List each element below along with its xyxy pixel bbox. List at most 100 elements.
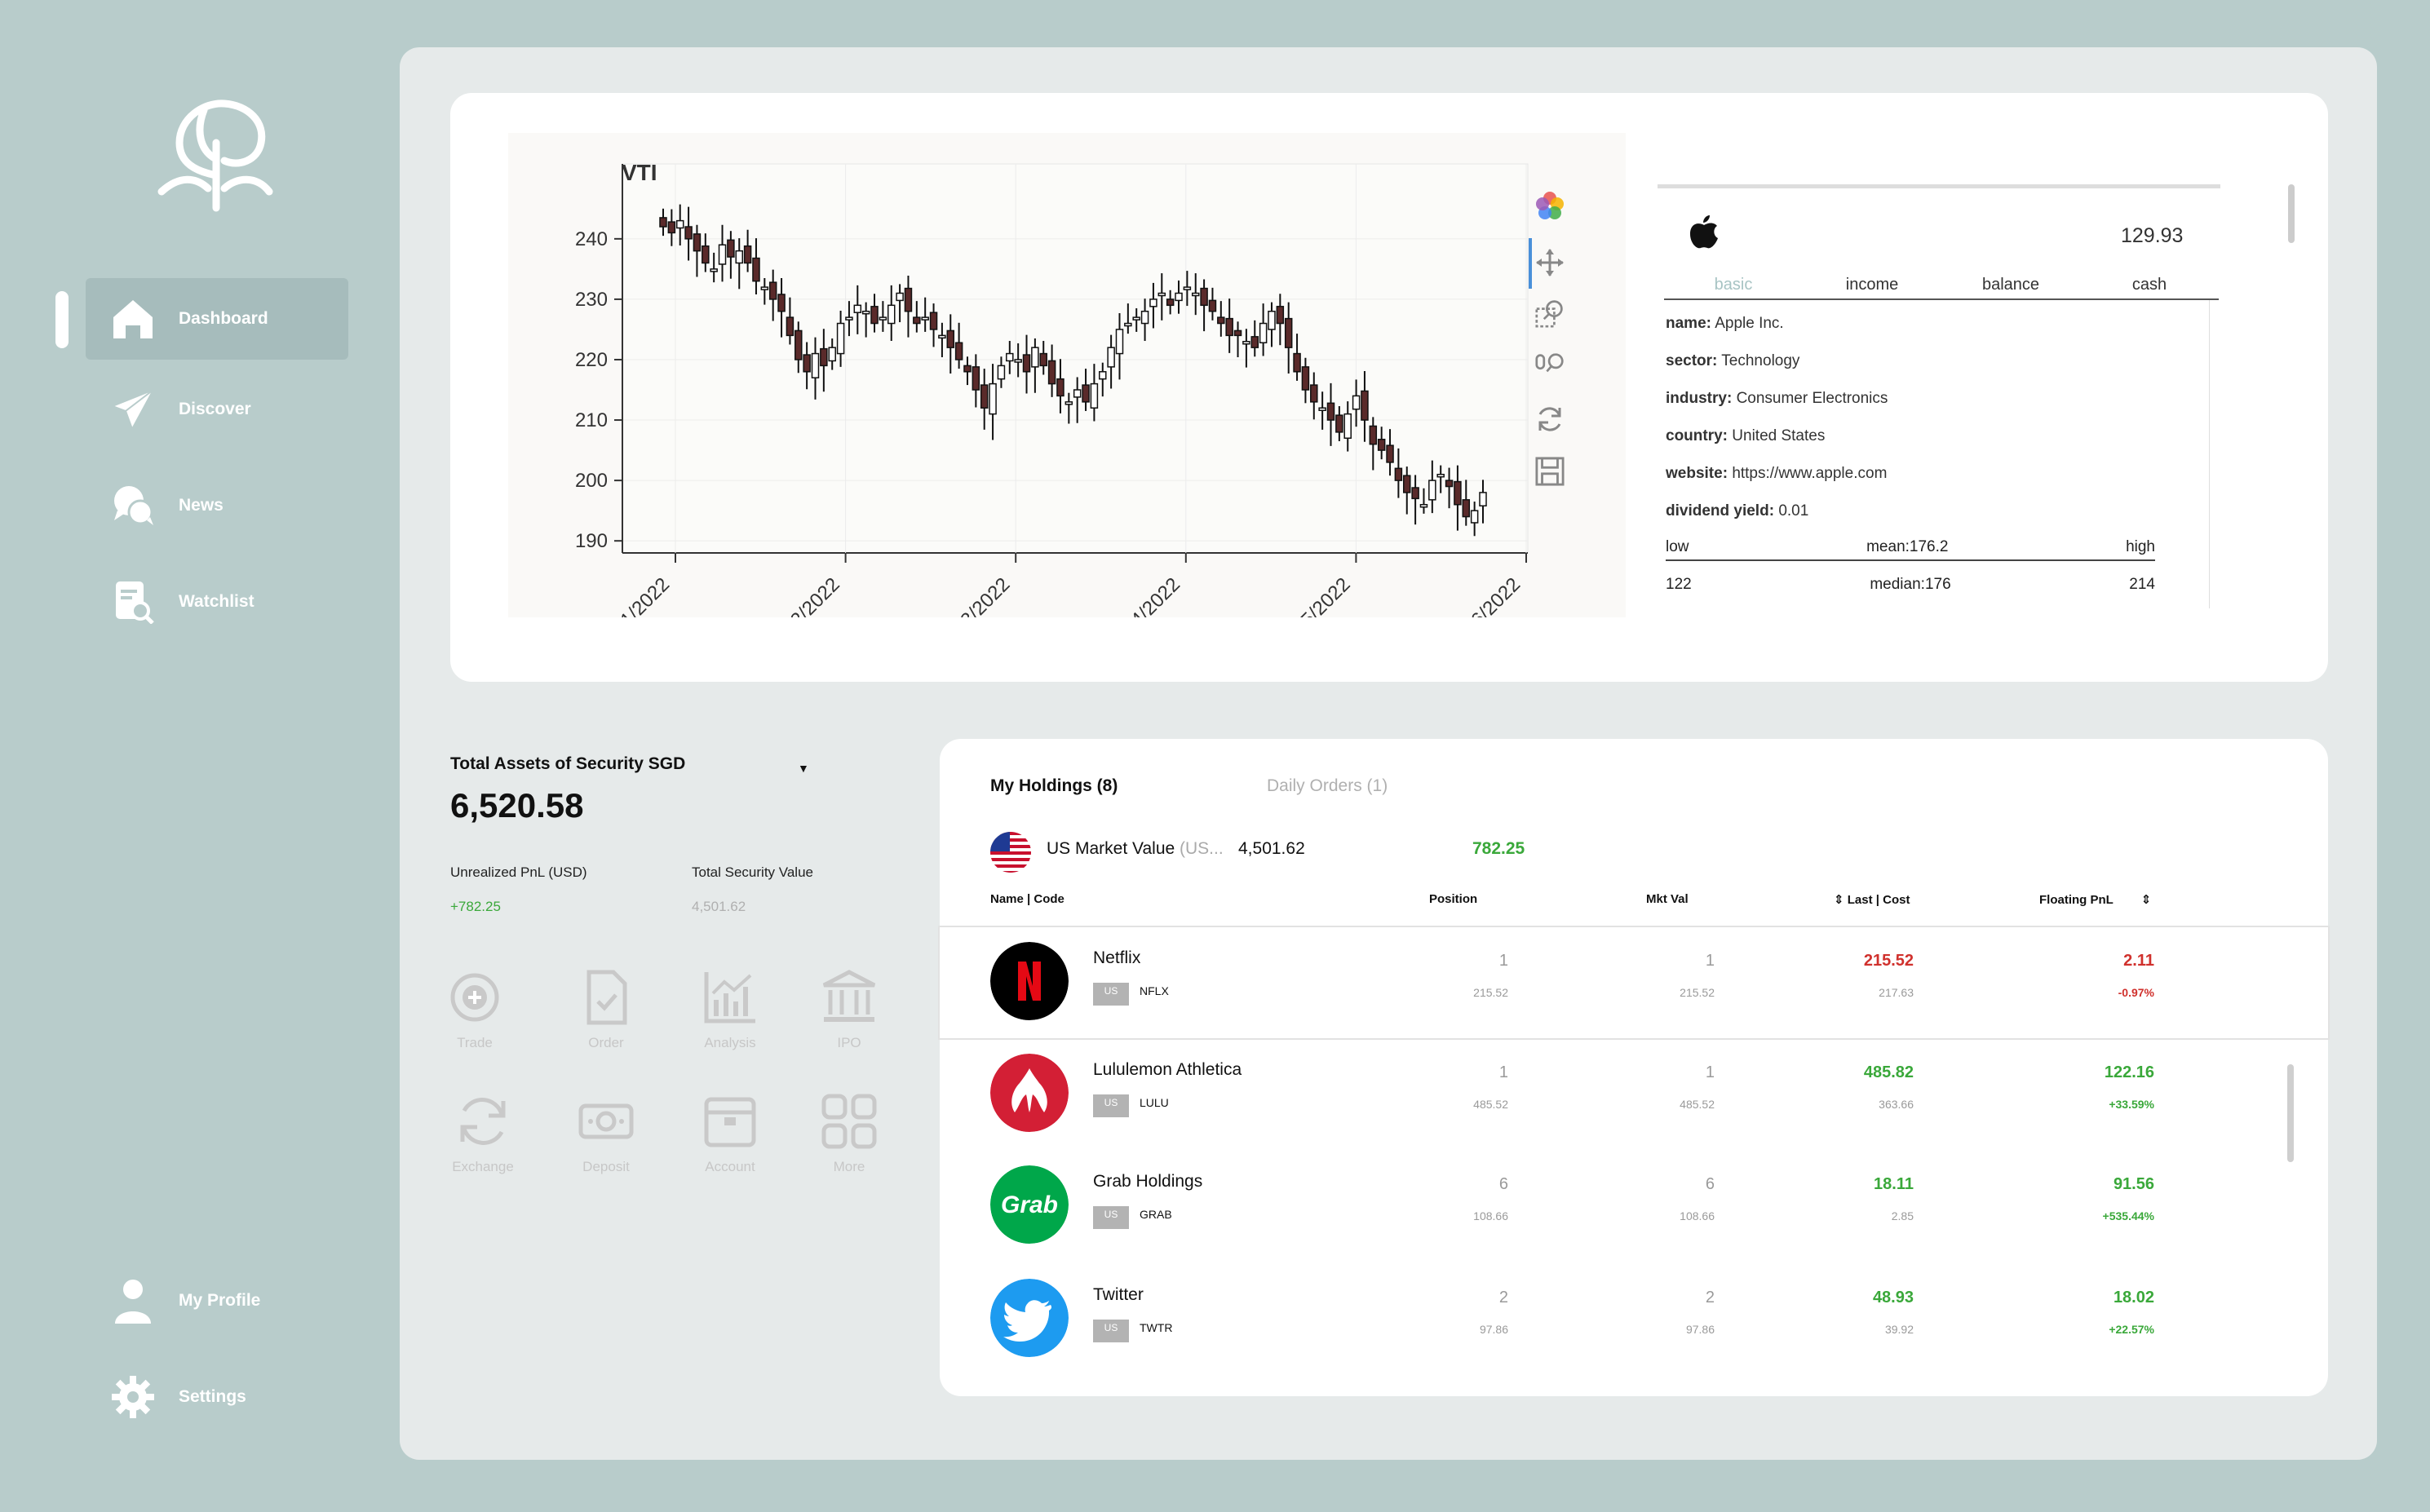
- candle-body: [820, 347, 828, 367]
- gear-icon: [108, 1373, 157, 1421]
- candle-body: [1014, 359, 1022, 363]
- candle-body: [1403, 475, 1411, 493]
- candle-body: [1056, 378, 1065, 397]
- more-label: More: [833, 1159, 865, 1174]
- candlestick-chart[interactable]: 190 200 210 220 230 240 1/2022 2/2022 3/2022 4/20…: [508, 133, 1626, 631]
- candle-body: [1115, 329, 1124, 355]
- header-floating-pnl[interactable]: Floating PnL ⇕: [2039, 892, 2151, 907]
- info-key: website:: [1666, 465, 1728, 482]
- candle-body: [1200, 287, 1208, 307]
- wheel-zoom-icon[interactable]: [1535, 352, 1565, 382]
- tab-income[interactable]: income: [1803, 276, 1941, 298]
- card-scrollbar[interactable]: [2288, 184, 2295, 243]
- candle-body: [1225, 317, 1233, 337]
- reset-icon[interactable]: [1535, 405, 1565, 434]
- stock-name: Twitter: [1093, 1285, 1144, 1304]
- floating-pnl: 2.11: [2123, 952, 2154, 970]
- pnl-percent: +535.44%: [2102, 1209, 2154, 1222]
- mkt-val: 2: [1705, 1289, 1715, 1306]
- wallet-icon: [704, 1097, 756, 1147]
- holdings-scrollbar[interactable]: [2287, 1064, 2294, 1162]
- candle-body: [743, 245, 752, 264]
- info-scrollbar[interactable]: [2209, 300, 2221, 608]
- currency-dropdown-icon[interactable]: ▼: [798, 762, 809, 775]
- bokeh-logo-icon[interactable]: [1535, 191, 1565, 220]
- candle-body: [1217, 316, 1225, 325]
- candle-body: [675, 219, 684, 229]
- sidebar-item-settings[interactable]: Settings: [86, 1356, 348, 1438]
- candle-body: [760, 286, 769, 290]
- candle-body: [1310, 384, 1318, 403]
- candle-body: [1006, 352, 1014, 362]
- header-position[interactable]: Position: [1429, 892, 1477, 906]
- tab-cash[interactable]: cash: [2080, 276, 2219, 298]
- table-row[interactable]: Netflix US NFLX 1 215.52 1 215.52 215.52…: [940, 927, 2328, 1038]
- sidebar-item-news[interactable]: News: [86, 465, 348, 546]
- candle-body: [1343, 413, 1352, 440]
- info-row-name: name: Apple Inc.: [1666, 310, 1888, 347]
- cost: 217.63: [1879, 986, 1914, 999]
- market-badge: US: [1093, 983, 1129, 1006]
- exchange-button[interactable]: Exchange: [438, 1093, 528, 1175]
- ipo-label: IPO: [837, 1035, 861, 1050]
- cost: 2.85: [1891, 1209, 1914, 1222]
- ipo-button[interactable]: IPO: [804, 969, 894, 1051]
- sidebar-item-discover[interactable]: Discover: [86, 369, 348, 450]
- header-mkt-val[interactable]: Mkt Val: [1646, 892, 1689, 906]
- analysis-button[interactable]: Analysis: [685, 969, 775, 1051]
- mkt-val: 1: [1705, 952, 1715, 970]
- candle-body: [1149, 298, 1157, 307]
- tab-basic[interactable]: basic: [1664, 276, 1803, 298]
- candle-body: [659, 217, 667, 228]
- box-zoom-icon[interactable]: [1535, 298, 1565, 328]
- candle-body: [1183, 286, 1192, 290]
- last-price: 215.52: [1863, 952, 1914, 970]
- info-row-dividend: dividend yield: 0.01: [1666, 497, 1888, 535]
- tab-daily-orders[interactable]: Daily Orders (1): [1267, 776, 1388, 796]
- info-value: Apple Inc.: [1715, 315, 1784, 332]
- exchange-icon: [460, 1098, 506, 1145]
- table-row[interactable]: Grab Grab Holdings US GRAB 6 108.66 6 10…: [940, 1151, 2328, 1262]
- candle-body: [1090, 382, 1099, 409]
- more-button[interactable]: More: [804, 1093, 894, 1175]
- pan-icon[interactable]: [1535, 248, 1565, 277]
- candle-body: [811, 352, 820, 378]
- user-icon: [108, 1276, 157, 1325]
- candle-body: [1293, 352, 1301, 373]
- chart-toolbar: [1524, 184, 1573, 511]
- table-row[interactable]: Twitter US TWTR 2 97.86 2 97.86 48.93 39…: [940, 1264, 2328, 1375]
- pnl-percent: -0.97%: [2118, 986, 2154, 999]
- sidebar-item-watchlist[interactable]: Watchlist: [86, 561, 348, 643]
- candle-body: [710, 268, 718, 272]
- account-button[interactable]: Account: [685, 1093, 775, 1175]
- sidebar-item-label: Discover: [179, 400, 251, 418]
- sort-icon: ⇕: [2140, 893, 2152, 907]
- candle-body: [870, 306, 879, 325]
- info-row-country: country: United States: [1666, 422, 1888, 460]
- save-icon[interactable]: [1535, 457, 1565, 486]
- candle-body: [1022, 354, 1031, 373]
- y-tick-label: 220: [575, 349, 608, 371]
- info-details: name: Apple Inc. sector: Technology indu…: [1666, 310, 1888, 535]
- candle-body: [1065, 401, 1073, 405]
- last-price: 48.93: [1872, 1289, 1914, 1306]
- stock-code: NFLX: [1140, 984, 1169, 997]
- sidebar-item-profile[interactable]: My Profile: [86, 1260, 348, 1342]
- header-name-code[interactable]: Name | Code: [990, 892, 1065, 906]
- candle-body: [1250, 336, 1259, 348]
- sidebar-item-dashboard[interactable]: Dashboard: [86, 278, 348, 360]
- candle-body: [861, 310, 870, 315]
- tab-balance[interactable]: balance: [1941, 276, 2080, 298]
- table-row[interactable]: Lululemon Athletica US LULU 1 485.52 1 4…: [940, 1039, 2328, 1150]
- tab-my-holdings[interactable]: My Holdings (8): [990, 776, 1118, 796]
- deposit-button[interactable]: Deposit: [561, 1093, 651, 1175]
- header-last-cost[interactable]: ⇕ Last | Cost: [1834, 892, 1910, 907]
- candle-body: [845, 316, 853, 321]
- mkt-val-sub: 485.52: [1680, 1098, 1715, 1111]
- us-flag-icon: [990, 832, 1031, 873]
- trade-button[interactable]: Trade: [430, 969, 520, 1051]
- mkt-val: 1: [1705, 1063, 1715, 1081]
- info-key: name:: [1666, 315, 1711, 332]
- x-tick-label: 1/2022: [616, 573, 674, 617]
- order-button[interactable]: Order: [561, 969, 651, 1051]
